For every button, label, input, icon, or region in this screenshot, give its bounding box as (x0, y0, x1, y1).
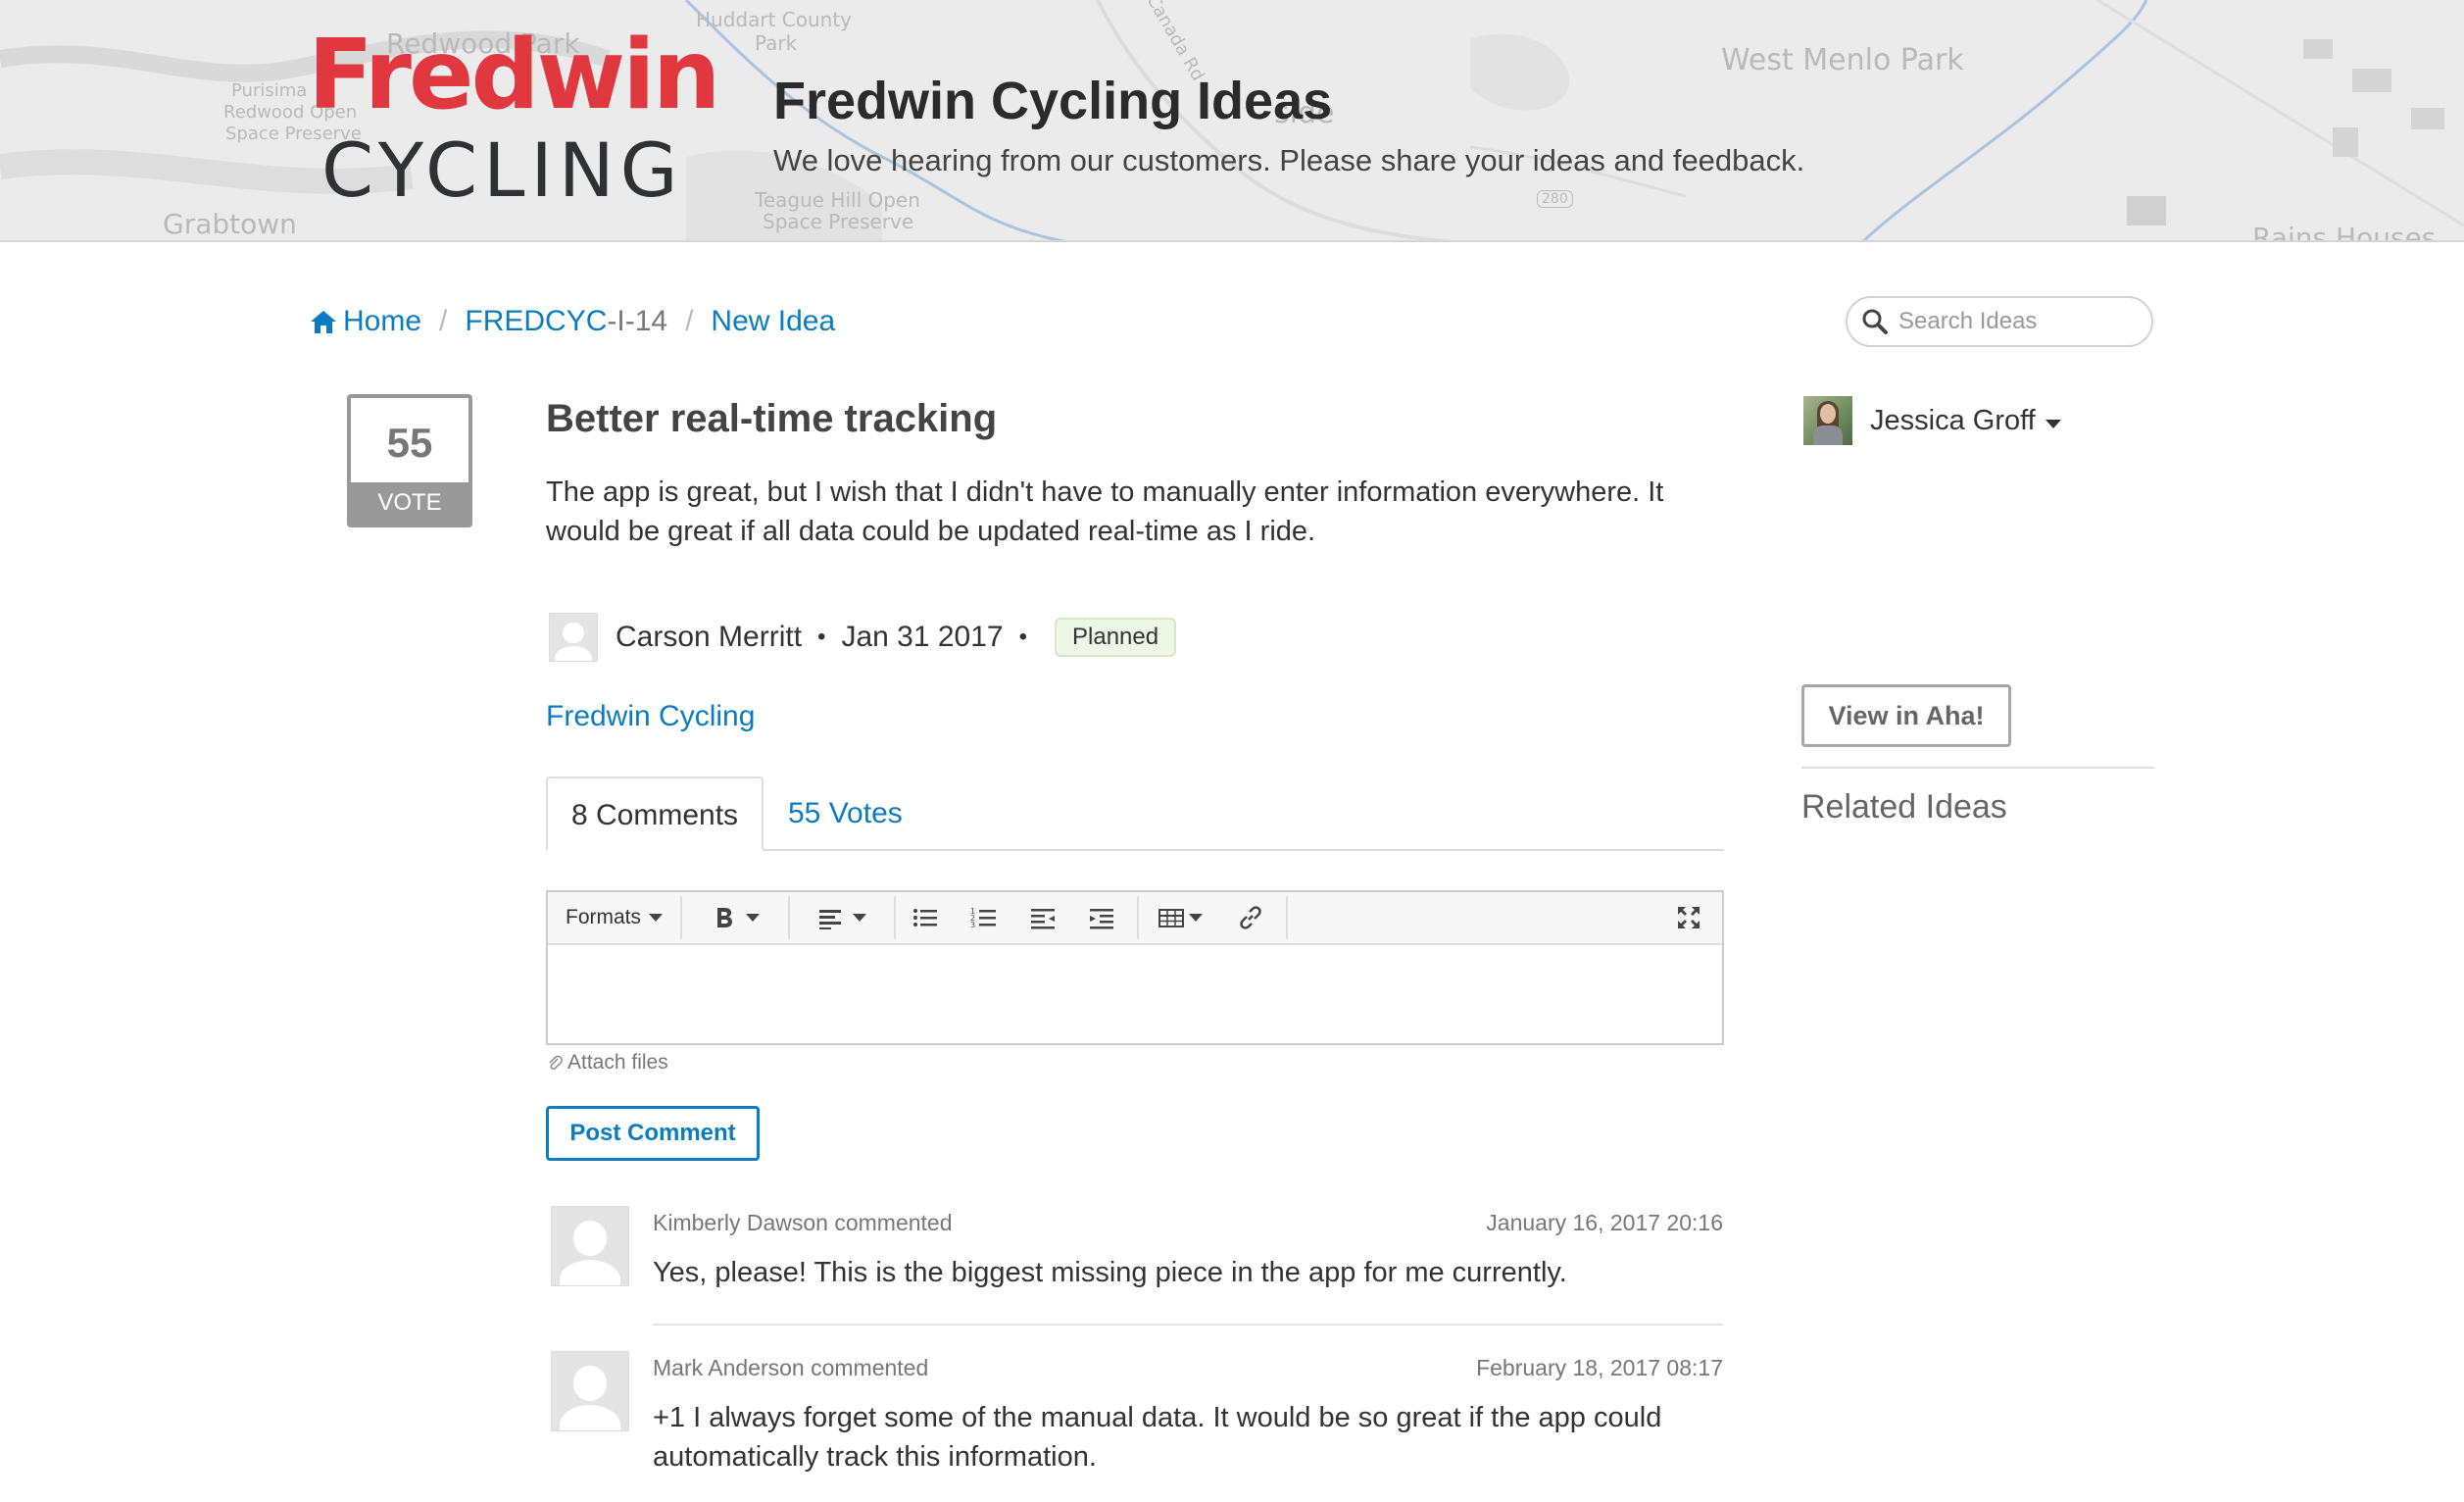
comment-divider (653, 1324, 1723, 1326)
chevron-down-icon (1189, 914, 1204, 922)
comment-author: Kimberly Dawson commented (653, 1210, 953, 1235)
numbered-list-button[interactable]: 1 2 3 (955, 892, 1013, 943)
numbered-list-icon: 1 2 3 (970, 907, 997, 929)
comment-date: January 16, 2017 20:16 (1486, 1210, 1723, 1235)
comment-item: Mark Anderson commented February 18, 201… (551, 1351, 1723, 1488)
map-label: 280 (1537, 190, 1573, 208)
attach-files-link[interactable]: Attach files (546, 1051, 668, 1075)
vote-count: 55 (386, 420, 433, 466)
avatar (551, 1206, 629, 1286)
logo-word: Fredwin (308, 20, 721, 131)
attach-files-label: Attach files (567, 1051, 668, 1074)
bold-icon (717, 908, 733, 927)
outdent-icon (1031, 909, 1056, 929)
chevron-down-icon (649, 914, 664, 922)
fullscreen-button[interactable] (1669, 892, 1708, 943)
comment-item: Kimberly Dawson commented January 16, 20… (551, 1206, 1723, 1326)
breadcrumb-home[interactable]: Home (310, 302, 421, 341)
site-header: Redwood Park Huddart County Park Purisim… (0, 0, 2464, 242)
map-label: Space Preserve (763, 210, 914, 233)
formats-dropdown[interactable]: Formats (548, 892, 680, 943)
fullscreen-icon (1678, 907, 1700, 928)
map-label: Grabtown (163, 208, 297, 240)
map-label: West Menlo Park (1721, 43, 1964, 77)
align-button[interactable] (790, 892, 894, 943)
related-ideas-heading: Related Ideas (1801, 788, 2007, 826)
table-icon (1158, 909, 1185, 927)
chevron-down-icon (2045, 419, 2061, 428)
view-in-aha-button[interactable]: View in Aha! (1801, 684, 2011, 747)
site-title: Fredwin Cycling Ideas (773, 72, 1333, 130)
link-button[interactable] (1221, 892, 1280, 943)
comment-date: February 18, 2017 08:17 (1476, 1355, 1723, 1380)
site-tagline: We love hearing from our customers. Plea… (773, 143, 1805, 177)
map-label: Rains Houses (2252, 222, 2437, 242)
search-input[interactable] (1898, 308, 2144, 335)
map-label: Teague Hill Open (755, 188, 920, 212)
comment-author: Mark Anderson commented (653, 1355, 929, 1380)
chevron-down-icon (746, 914, 761, 922)
breadcrumb-home-label: Home (343, 305, 422, 337)
vote-button[interactable]: 55 VOTE (347, 394, 472, 527)
breadcrumb-separator: / (439, 305, 448, 337)
idea-author: Carson Merritt (616, 621, 803, 653)
idea-description: The app is great, but I wish that I didn… (546, 476, 1664, 547)
avatar (549, 613, 598, 662)
post-comment-button[interactable]: Post Comment (546, 1106, 760, 1161)
comment-text: +1 I always forget some of the manual da… (653, 1402, 1662, 1473)
idea-meta: Carson Merritt • Jan 31 2017 • Planned (549, 612, 1177, 663)
breadcrumb: Home / FREDCYC-I-14 / New Idea (310, 302, 835, 341)
status-badge: Planned (1055, 618, 1177, 657)
tab-votes[interactable]: 55 Votes (764, 776, 926, 851)
avatar (551, 1351, 629, 1431)
breadcrumb-idea-ref[interactable]: FREDCYC-I-14 (465, 302, 667, 341)
comment-text: Yes, please! This is the biggest missing… (653, 1257, 1567, 1288)
link-icon (1240, 906, 1261, 929)
user-avatar (1803, 396, 1852, 445)
paperclip-icon (549, 1055, 563, 1070)
user-name: Jessica Groff (1870, 404, 2036, 436)
indent-icon (1090, 909, 1114, 929)
outdent-button[interactable] (1013, 892, 1072, 943)
logo-subtitle: CYCLING (321, 126, 684, 214)
align-left-icon (819, 910, 842, 929)
bullet-list-button[interactable] (896, 892, 955, 943)
indent-button[interactable] (1072, 892, 1131, 943)
chevron-down-icon (853, 914, 867, 922)
comment-editor: Formats 1 2 3 (546, 890, 1724, 1045)
comment-textarea[interactable] (548, 945, 1722, 1043)
breadcrumb-new-idea[interactable]: New Idea (711, 302, 835, 341)
breadcrumb-idea-ref-prefix: FREDCYC (465, 305, 608, 337)
user-menu[interactable]: Jessica Groff (1803, 396, 2061, 445)
meta-separator: • (1018, 624, 1028, 650)
search-icon (1862, 309, 1888, 334)
map-label: Park (755, 31, 798, 55)
idea-title: Better real-time tracking (546, 397, 998, 440)
vote-label: VOTE (351, 482, 468, 524)
site-logo[interactable]: Fredwin CYCLING (308, 27, 721, 214)
idea-category-link[interactable]: Fredwin Cycling (546, 700, 755, 733)
meta-separator: • (817, 624, 826, 650)
formats-label: Formats (566, 906, 642, 928)
tab-comments[interactable]: 8 Comments (546, 776, 764, 851)
breadcrumb-idea-ref-suffix: -I-14 (607, 305, 668, 337)
bold-button[interactable] (682, 892, 788, 943)
idea-date: Jan 31 2017 (841, 621, 1004, 653)
bullet-list-icon (913, 909, 938, 926)
breadcrumb-separator: / (685, 305, 694, 337)
sidebar-divider (1801, 767, 2154, 769)
search-box (1846, 296, 2153, 347)
table-button[interactable] (1139, 892, 1221, 943)
home-icon (311, 311, 336, 333)
map-label: Huddart County (696, 8, 853, 31)
map-label: Purisima (231, 80, 308, 101)
editor-toolbar: Formats 1 2 3 (548, 892, 1722, 945)
svg-text:3: 3 (970, 921, 975, 929)
